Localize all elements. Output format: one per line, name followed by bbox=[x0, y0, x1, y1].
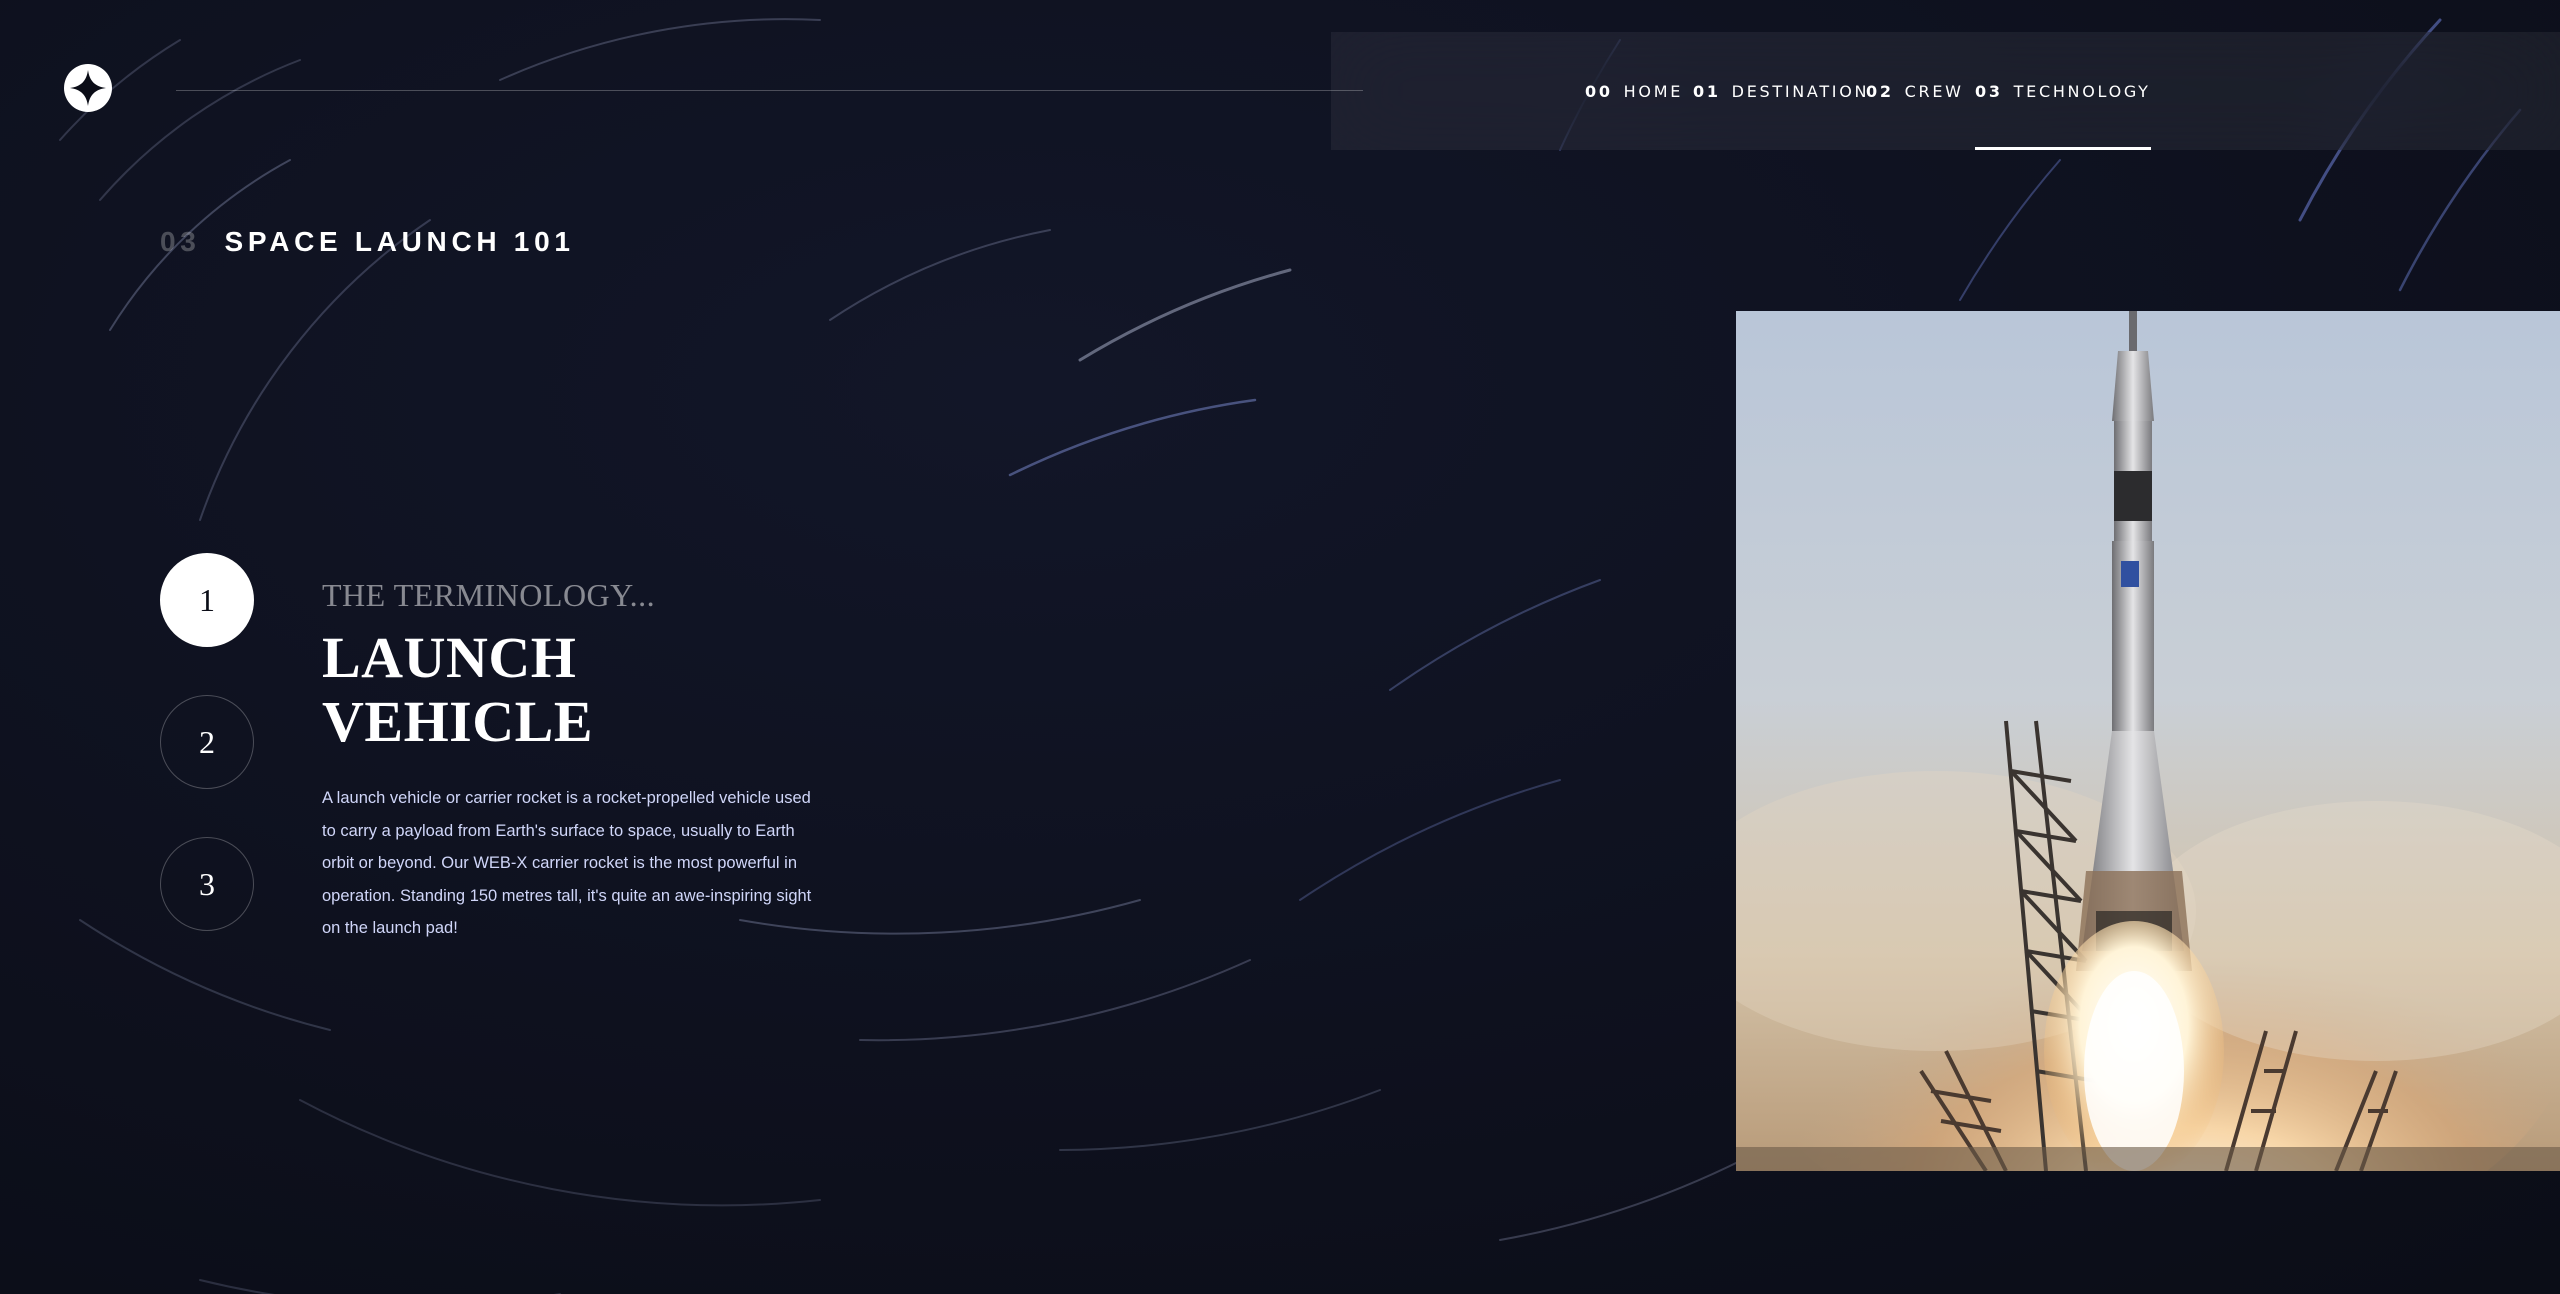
technology-step-selector: 1 2 3 bbox=[160, 553, 254, 979]
technology-description: A launch vehicle or carrier rocket is a … bbox=[322, 789, 812, 937]
nav-item-label: DESTINATION bbox=[1731, 81, 1870, 101]
step-button-3[interactable]: 3 bbox=[160, 837, 254, 931]
header-divider bbox=[176, 90, 1363, 91]
nav-item-number: 00 bbox=[1585, 81, 1613, 101]
page-heading-text: SPACE LAUNCH 101 bbox=[224, 226, 575, 257]
page-heading-number: 03 bbox=[160, 226, 201, 257]
nav-item-number: 03 bbox=[1975, 81, 2003, 101]
nav-item-technology[interactable]: 03 TECHNOLOGY bbox=[1975, 32, 2151, 150]
technology-subheading: THE TERMINOLOGY... bbox=[322, 577, 656, 613]
nav-item-crew[interactable]: 02 CREW bbox=[1866, 32, 1964, 150]
nav-item-label: CREW bbox=[1904, 81, 1964, 101]
nav-item-label: TECHNOLOGY bbox=[2013, 81, 2151, 101]
technology-content: THE TERMINOLOGY... LAUNCH VEHICLE A laun… bbox=[322, 572, 812, 945]
star-logo-icon[interactable] bbox=[64, 64, 112, 112]
rocket-launch-image bbox=[1736, 311, 2560, 1171]
nav-item-number: 01 bbox=[1693, 81, 1721, 101]
step-button-2[interactable]: 2 bbox=[160, 695, 254, 789]
primary-navigation: 00 HOME 01 DESTINATION 02 CREW 03 TECHNO… bbox=[1331, 32, 2560, 150]
nav-item-number: 02 bbox=[1866, 81, 1894, 101]
step-button-1[interactable]: 1 bbox=[160, 553, 254, 647]
page-heading: 03 SPACE LAUNCH 101 bbox=[160, 226, 575, 258]
nav-item-destination[interactable]: 01 DESTINATION bbox=[1693, 32, 1869, 150]
nav-item-label: HOME bbox=[1623, 81, 1684, 101]
technology-title: LAUNCH VEHICLE bbox=[322, 625, 594, 754]
nav-item-home[interactable]: 00 HOME bbox=[1585, 32, 1683, 150]
